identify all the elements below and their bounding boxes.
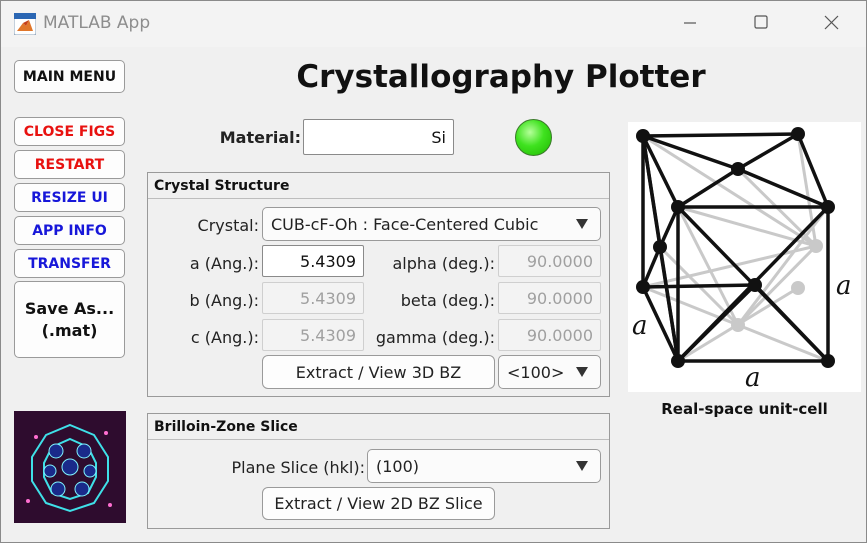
save-as-format-label: (.mat): [41, 320, 98, 340]
plane-slice-dropdown-value: (100): [376, 456, 420, 476]
restart-button[interactable]: RESTART: [14, 150, 125, 179]
b-input: 5.4309: [262, 282, 364, 314]
crystal-dropdown[interactable]: CUB-cF-Oh : Face-Centered Cubic: [262, 207, 601, 241]
direction-dropdown-value: <100>: [507, 362, 565, 382]
crystal-label: Crystal:: [197, 216, 259, 235]
edge-label-left: a: [632, 311, 648, 341]
close-figs-button[interactable]: CLOSE FIGS: [14, 117, 125, 146]
material-input[interactable]: Si: [303, 119, 454, 155]
material-label: Material:: [219, 128, 301, 147]
page-title: Crystallography Plotter: [296, 59, 706, 95]
beta-label: beta (deg.):: [400, 291, 495, 310]
main-menu-button[interactable]: MAIN MENU: [14, 60, 125, 93]
minimize-icon: [684, 22, 696, 24]
close-window-button[interactable]: [811, 9, 851, 39]
edge-label-right: a: [836, 271, 852, 301]
save-as-label: Save As...: [24, 298, 115, 318]
bz-slice-title: Brilloin-Zone Slice: [148, 414, 609, 440]
minimize-button[interactable]: [670, 9, 710, 39]
save-as-button[interactable]: Save As... (.mat): [14, 281, 125, 358]
transfer-button[interactable]: TRANSFER: [14, 249, 125, 278]
gamma-label: gamma (deg.):: [375, 328, 495, 347]
plane-slice-dropdown[interactable]: (100): [367, 449, 601, 483]
c-label: c (Ang.):: [190, 328, 259, 347]
c-input: 5.4309: [262, 319, 364, 351]
brillouin-zone-thumbnail: [14, 411, 126, 523]
unit-cell-caption: Real-space unit-cell: [661, 400, 828, 418]
maximize-button[interactable]: [741, 9, 781, 39]
a-label: a (Ang.):: [189, 254, 259, 273]
edge-label-bottom: a: [745, 363, 761, 392]
unit-cell-image: a a a: [628, 122, 861, 393]
title-bar: MATLAB App: [1, 1, 866, 47]
extract-3d-bz-button[interactable]: Extract / View 3D BZ: [262, 355, 495, 389]
matlab-icon: [14, 13, 36, 35]
plane-slice-label: Plane Slice (hkl):: [231, 458, 365, 477]
status-lamp: [515, 119, 552, 156]
app-info-button[interactable]: APP INFO: [14, 216, 125, 245]
app-window: MATLAB App MAIN MENU CLOSE FIGS RESTART …: [0, 0, 867, 543]
maximize-icon: [754, 15, 768, 29]
chevron-down-icon: [576, 367, 588, 377]
window-title: MATLAB App: [43, 13, 151, 33]
a-input[interactable]: 5.4309: [262, 245, 364, 277]
beta-input: 90.0000: [498, 282, 601, 314]
gamma-input: 90.0000: [498, 319, 601, 351]
chevron-down-icon: [576, 461, 588, 471]
resize-ui-button[interactable]: RESIZE UI: [14, 183, 125, 212]
direction-dropdown[interactable]: <100>: [498, 355, 601, 389]
alpha-label: alpha (deg.):: [392, 254, 495, 273]
chevron-down-icon: [576, 219, 588, 229]
alpha-input: 90.0000: [498, 245, 601, 277]
extract-2d-bz-slice-button[interactable]: Extract / View 2D BZ Slice: [262, 487, 495, 520]
close-icon: [824, 15, 839, 30]
crystal-dropdown-value: CUB-cF-Oh : Face-Centered Cubic: [271, 214, 539, 234]
b-label: b (Ang.):: [189, 291, 259, 310]
crystal-structure-title: Crystal Structure: [148, 173, 609, 199]
